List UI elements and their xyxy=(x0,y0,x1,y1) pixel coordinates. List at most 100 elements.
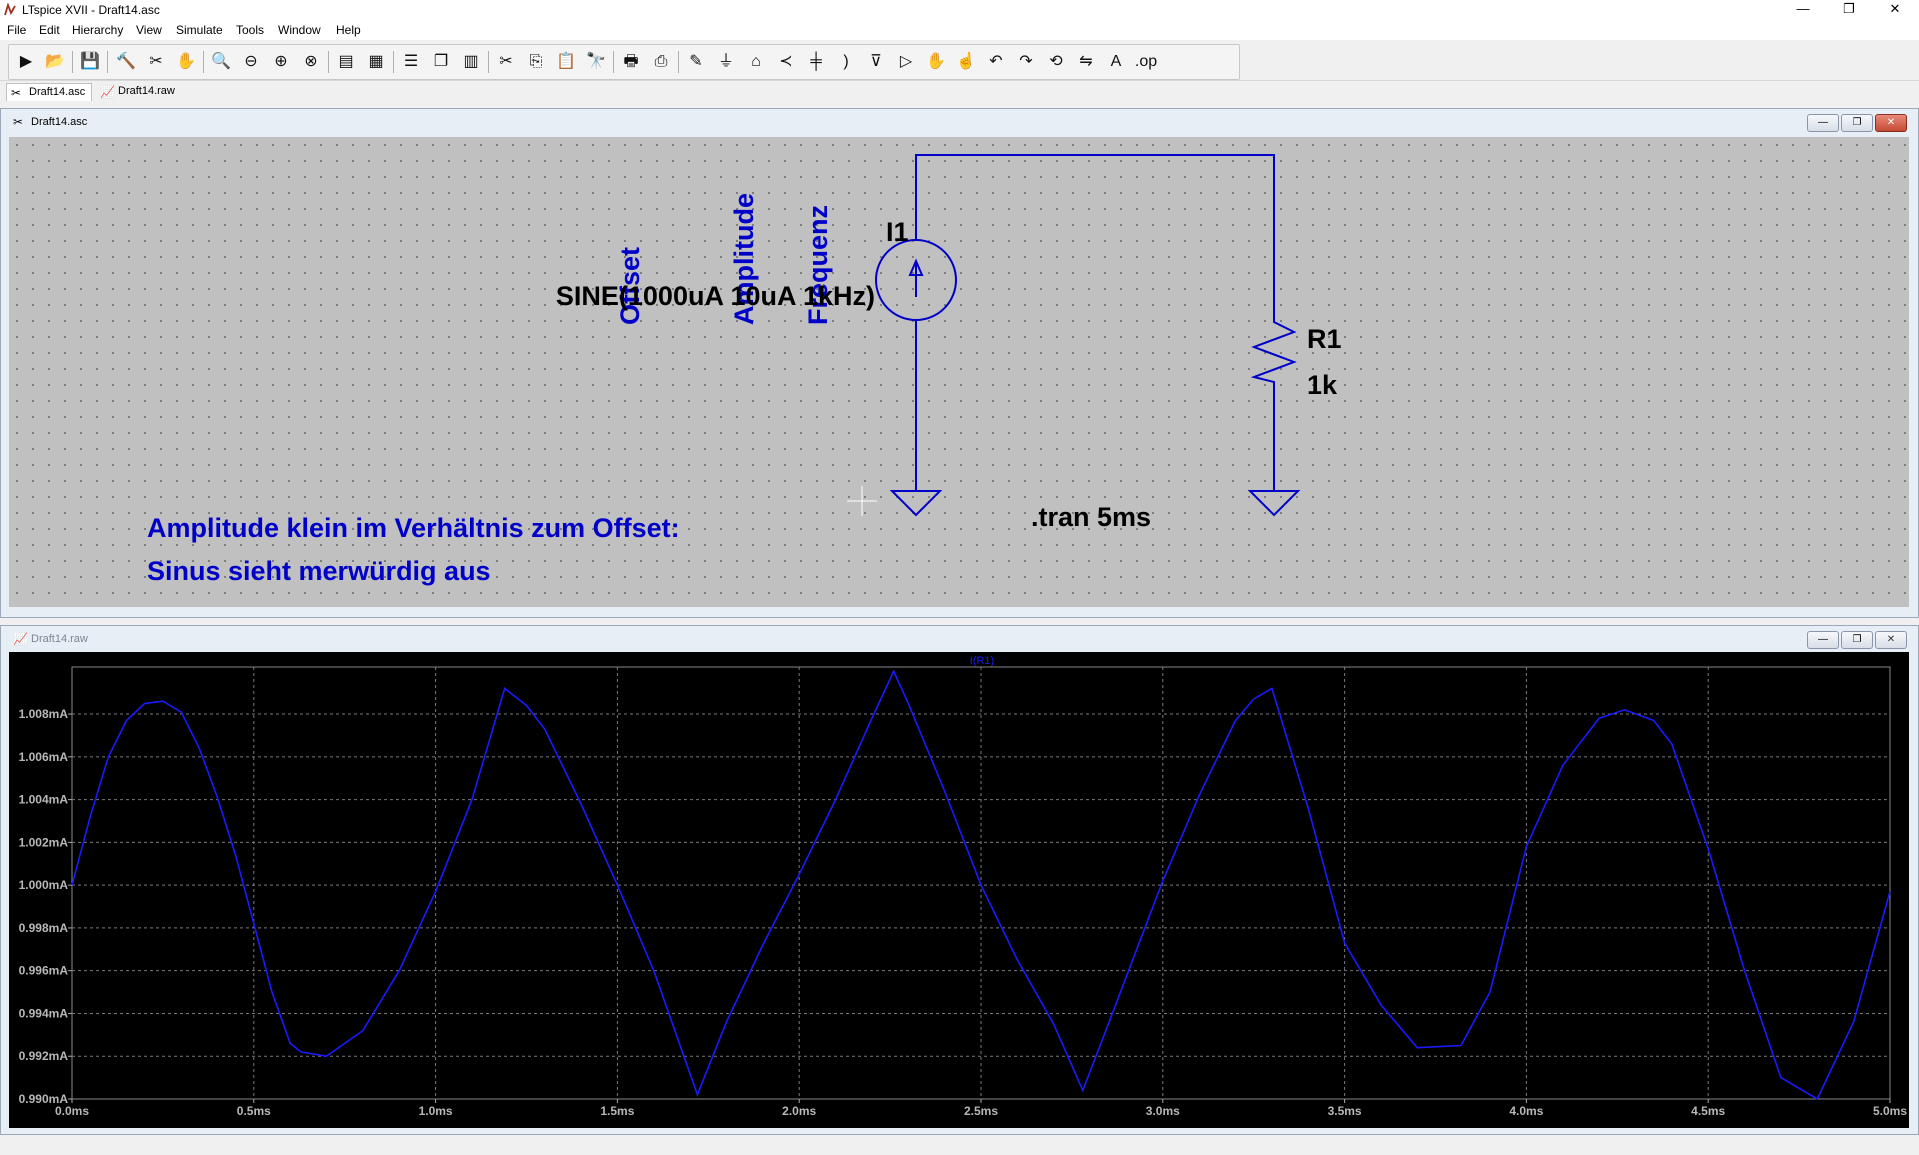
move-icon[interactable]: ✋ xyxy=(923,50,949,74)
schematic-drawing: Offset Amplitude Frequenz SINE(1000uA 10… xyxy=(147,154,1342,586)
resistor-value-label[interactable]: 1k xyxy=(1307,370,1338,400)
x-tick-label: 2.5ms xyxy=(964,1104,998,1118)
plot-add-icon[interactable]: ▦ xyxy=(363,50,389,74)
menu-file[interactable]: File xyxy=(7,23,26,37)
print-setup-icon[interactable]: ⎙ xyxy=(648,50,674,74)
cursor-crosshair-icon xyxy=(847,486,877,516)
toolbar-separator xyxy=(203,51,204,73)
tran-directive[interactable]: .tran 5ms xyxy=(1031,502,1151,532)
ground-symbol-right-icon[interactable] xyxy=(1247,490,1301,517)
tab-draft14-raw[interactable]: 📈 Draft14.raw xyxy=(96,83,181,100)
menu-view[interactable]: View xyxy=(136,23,162,37)
waveform-close-button[interactable]: ✕ xyxy=(1875,631,1907,649)
zoom-in-icon[interactable]: 🔍 xyxy=(208,50,234,74)
component-icon[interactable]: ▷ xyxy=(893,50,919,74)
y-tick-label: 0.998mA xyxy=(19,921,69,935)
toolbar-separator xyxy=(72,51,73,73)
waveform-minimize-button[interactable]: — xyxy=(1807,631,1839,649)
toolbar-separator xyxy=(488,51,489,73)
y-tick-label: 1.002mA xyxy=(19,835,69,849)
menu-simulate[interactable]: Simulate xyxy=(176,23,223,37)
undo-icon[interactable]: ↶ xyxy=(983,50,1009,74)
tile-horizontal-icon[interactable]: ☰ xyxy=(398,50,424,74)
save-icon[interactable]: 💾 xyxy=(77,50,103,74)
ltspice-logo-icon xyxy=(4,3,16,16)
comment-line-2[interactable]: Sinus sieht merwürdig aus xyxy=(147,556,491,586)
toolbar-strip: ▶ 📂 💾 🔨 ✂ ✋ 🔍 ⊖ ⊕ ⊗ ▤ ▦ ☰ ❐ ▥ ✂ ⎘ 📋 🔭 🖶 … xyxy=(8,44,1240,80)
tab-label: Draft14.raw xyxy=(118,85,175,97)
resistor-symbol[interactable] xyxy=(1250,315,1297,389)
toolbar-separator xyxy=(613,51,614,73)
plot-settings-icon[interactable]: ▤ xyxy=(333,50,359,74)
comment-line-1[interactable]: Amplitude klein im Verhältnis zum Offset… xyxy=(147,513,680,543)
schematic-restore-button[interactable]: ❐ xyxy=(1841,114,1873,132)
restore-button[interactable]: ❐ xyxy=(1826,0,1872,20)
y-tick-label: 1.008mA xyxy=(19,707,69,721)
wire-icon[interactable]: ✎ xyxy=(683,50,709,74)
print-icon[interactable]: 🖶 xyxy=(618,50,644,74)
x-tick-label: 3.0ms xyxy=(1146,1104,1180,1118)
schematic-window-header: ✂ Draft14.asc — ❐ ✕ xyxy=(1,109,1918,135)
schematic-canvas[interactable]: Offset Amplitude Frequenz SINE(1000uA 10… xyxy=(9,137,1909,607)
schematic-close-button[interactable]: ✕ xyxy=(1875,114,1907,132)
resistor-icon[interactable]: ≺ xyxy=(773,50,799,74)
drag-icon[interactable]: ☝ xyxy=(953,50,979,74)
menu-hierarchy[interactable]: Hierarchy xyxy=(72,23,123,37)
waveform-restore-button[interactable]: ❐ xyxy=(1841,631,1873,649)
menu-edit[interactable]: Edit xyxy=(39,23,60,37)
open-icon[interactable]: 📂 xyxy=(42,50,68,74)
schematic-minimize-button[interactable]: — xyxy=(1807,114,1839,132)
source-name-label[interactable]: I1 xyxy=(886,217,909,247)
label-icon[interactable]: ⌂ xyxy=(743,50,769,74)
source-value-label[interactable]: SINE(1000uA 10uA 1kHz) xyxy=(556,281,875,311)
run-icon[interactable]: ▶ xyxy=(13,50,39,74)
zoom-cancel-icon[interactable]: ⊗ xyxy=(298,50,324,74)
ground-icon[interactable]: ⏚ xyxy=(713,50,739,74)
trace-label-i-r1[interactable]: I(R1) xyxy=(970,655,994,667)
ground-symbol-left-icon[interactable] xyxy=(889,490,943,517)
menu-bar: File Edit Hierarchy View Simulate Tools … xyxy=(0,20,1919,40)
waveform-chart: 0.0ms 0.5ms 1.0ms 1.5ms 2.0ms 2.5ms 3.0ms 3.5ms… xyxy=(19,655,1908,1118)
x-tick-label: 1.0ms xyxy=(419,1104,453,1118)
y-tick-label: 1.000mA xyxy=(19,878,69,892)
window-title: LTspice XVII - Draft14.asc xyxy=(22,3,160,17)
toolbar-separator xyxy=(393,51,394,73)
diode-icon[interactable]: ⊽ xyxy=(863,50,889,74)
tab-draft14-asc[interactable]: ✂ Draft14.asc xyxy=(6,83,93,101)
inductor-icon[interactable]: ) xyxy=(833,50,859,74)
schematic-icon: ✂ xyxy=(11,86,22,100)
toolbar-separator xyxy=(328,51,329,73)
find-icon[interactable]: 🔭 xyxy=(583,50,609,74)
capacitor-icon[interactable]: ╪ xyxy=(803,50,829,74)
rotate-icon[interactable]: ⟲ xyxy=(1043,50,1069,74)
schematic-icon: ✂ xyxy=(13,115,24,129)
halt-icon[interactable]: ✂ xyxy=(143,50,169,74)
text-icon[interactable]: A xyxy=(1103,50,1129,74)
waveform-plot-area[interactable]: 0.0ms 0.5ms 1.0ms 1.5ms 2.0ms 2.5ms 3.0ms 3.5ms… xyxy=(9,652,1909,1128)
waveform-window-header: 📈 Draft14.raw — ❐ ✕ xyxy=(1,626,1918,652)
y-tick-label: 0.996mA xyxy=(19,964,69,978)
menu-tools[interactable]: Tools xyxy=(236,23,264,37)
redo-icon[interactable]: ↷ xyxy=(1013,50,1039,74)
menu-help[interactable]: Help xyxy=(336,23,361,37)
close-button[interactable]: ✕ xyxy=(1872,0,1918,20)
x-tick-label: 2.0ms xyxy=(782,1104,816,1118)
menu-window[interactable]: Window xyxy=(278,23,321,37)
zoom-out-icon[interactable]: ⊖ xyxy=(238,50,264,74)
mirror-icon[interactable]: ⇋ xyxy=(1073,50,1099,74)
zoom-full-icon[interactable]: ⊕ xyxy=(268,50,294,74)
x-tick-label: 4.5ms xyxy=(1691,1104,1725,1118)
spice-directive-icon[interactable]: .op xyxy=(1133,50,1159,74)
wire-top[interactable] xyxy=(915,154,1275,315)
cut-icon[interactable]: ✂ xyxy=(493,50,519,74)
cascade-icon[interactable]: ❐ xyxy=(428,50,454,74)
toolbar-separator xyxy=(678,51,679,73)
minimize-button[interactable]: — xyxy=(1780,0,1826,20)
pan-icon[interactable]: ✋ xyxy=(173,50,199,74)
control-panel-icon[interactable]: 🔨 xyxy=(113,50,139,74)
resistor-name-label[interactable]: R1 xyxy=(1307,324,1342,354)
x-tick-label: 5.0ms xyxy=(1873,1104,1907,1118)
copy-icon[interactable]: ⎘ xyxy=(523,50,549,74)
paste-icon[interactable]: 📋 xyxy=(553,50,579,74)
tile-vertical-icon[interactable]: ▥ xyxy=(458,50,484,74)
